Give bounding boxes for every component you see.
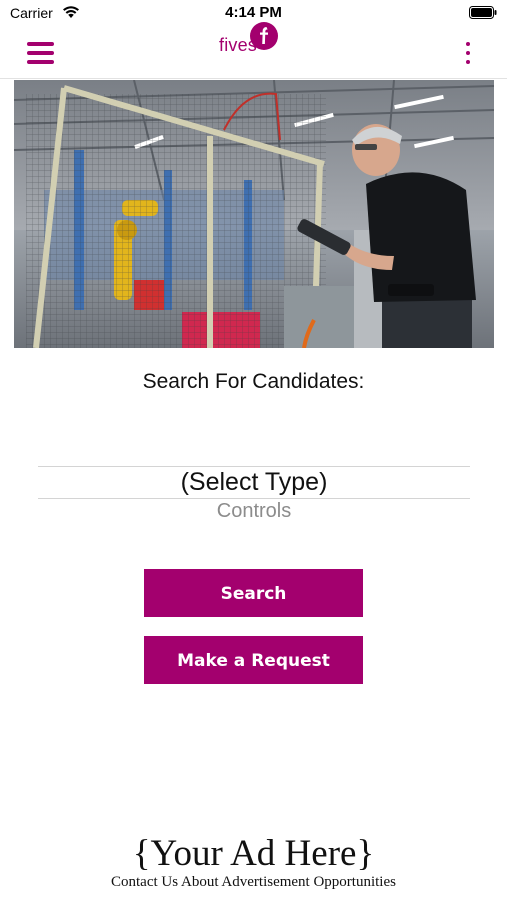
app-screen: Carrier 4:14 PM fives Search For Candida… bbox=[0, 0, 507, 900]
factory-photo bbox=[14, 80, 494, 348]
search-button[interactable]: Search bbox=[144, 569, 363, 617]
hamburger-menu-icon[interactable] bbox=[27, 42, 54, 64]
ad-subtitle[interactable]: Contact Us About Advertisement Opportuni… bbox=[0, 874, 507, 891]
type-picker[interactable]: (Select Type) Controls bbox=[38, 466, 470, 530]
picker-selected-option[interactable]: (Select Type) bbox=[38, 468, 470, 497]
fives-logo: fives bbox=[219, 18, 289, 64]
nav-bar: fives bbox=[0, 22, 507, 79]
picker-option-controls[interactable]: Controls bbox=[38, 500, 470, 523]
picker-divider-top bbox=[38, 466, 470, 467]
make-request-button[interactable]: Make a Request bbox=[144, 636, 363, 684]
logo-badge-icon bbox=[250, 22, 278, 50]
picker-divider-bottom bbox=[38, 498, 470, 499]
search-for-candidates-label: Search For Candidates: bbox=[142, 370, 365, 393]
hero-image bbox=[14, 80, 494, 348]
battery-icon bbox=[469, 6, 497, 24]
ad-title[interactable]: {Your Ad Here} bbox=[0, 832, 507, 875]
more-vertical-icon[interactable] bbox=[465, 42, 471, 64]
